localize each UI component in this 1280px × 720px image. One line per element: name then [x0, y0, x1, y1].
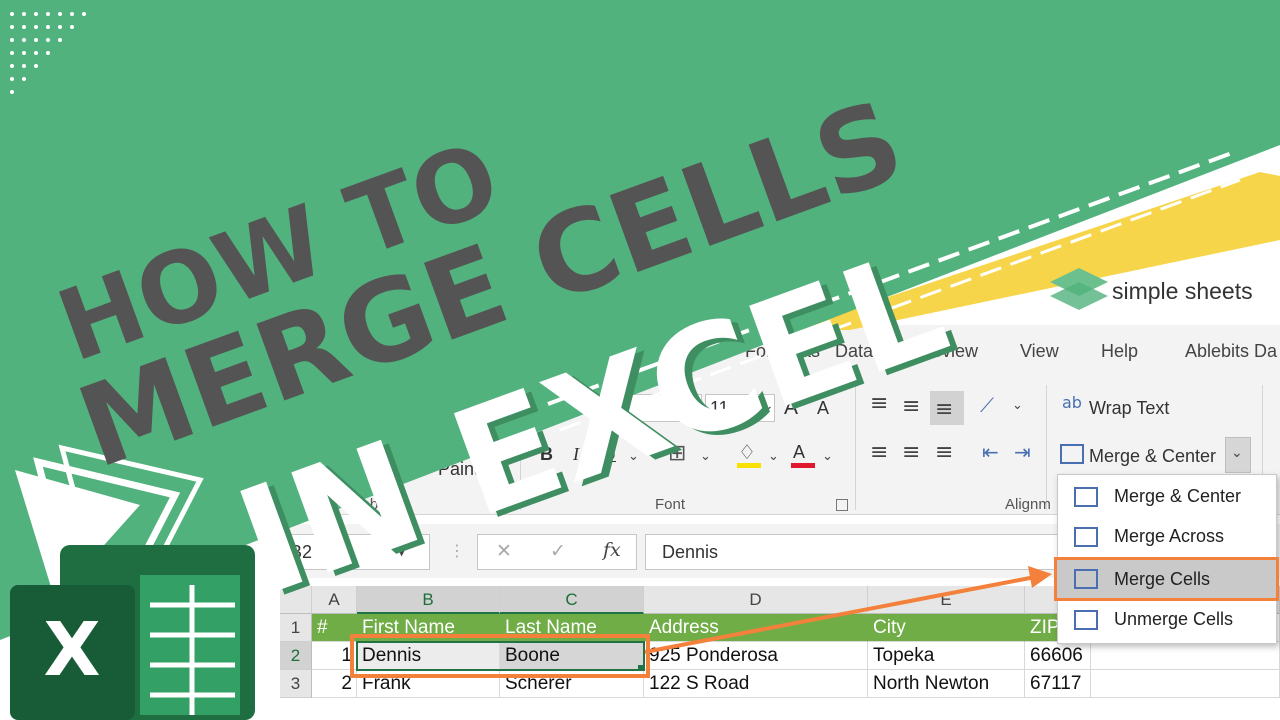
thumbnail-stage: Formulas Data Review View Help Ablebits … — [0, 0, 1280, 720]
excel-logo-icon: X — [10, 545, 255, 720]
simple-sheets-logo-icon — [1050, 268, 1108, 310]
brand-name: simple sheets — [1112, 278, 1253, 304]
svg-text:X: X — [43, 607, 100, 693]
